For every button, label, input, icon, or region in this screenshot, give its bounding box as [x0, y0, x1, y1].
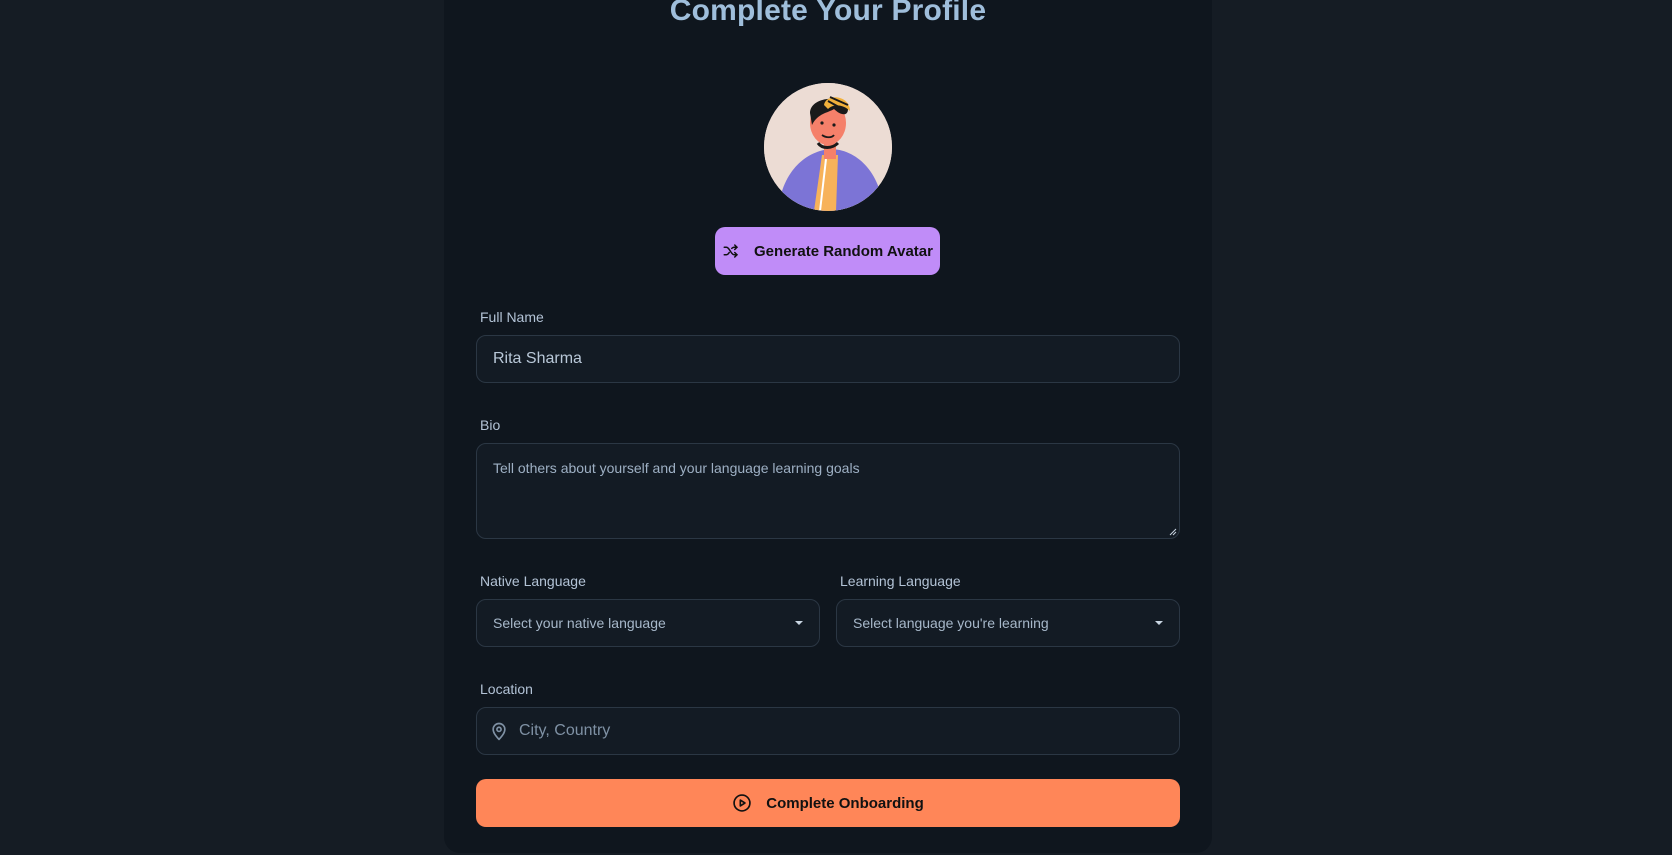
learning-language-label: Learning Language — [840, 573, 961, 589]
full-name-value: Rita Sharma — [493, 350, 582, 367]
bio-textarea[interactable]: Tell others about yourself and your lang… — [476, 443, 1180, 539]
complete-onboarding-label: Complete Onboarding — [766, 794, 924, 812]
chevron-down-icon — [1155, 621, 1163, 625]
map-pin-icon — [492, 722, 506, 741]
page-title: Complete Your Profile — [669, 0, 987, 27]
location-placeholder: City, Country — [519, 722, 611, 739]
full-name-input[interactable]: Rita Sharma — [476, 335, 1180, 383]
complete-onboarding-button[interactable]: Complete Onboarding — [476, 779, 1180, 827]
full-name-label: Full Name — [480, 309, 544, 325]
location-input[interactable]: City, Country — [476, 707, 1180, 755]
location-label: Location — [480, 681, 533, 697]
learning-language-select[interactable]: Select language you're learning — [836, 599, 1180, 647]
chevron-down-icon — [795, 621, 803, 625]
native-language-select[interactable]: Select your native language — [476, 599, 820, 647]
shuffle-icon — [723, 244, 738, 258]
generate-avatar-button[interactable]: Generate Random Avatar — [715, 227, 940, 275]
native-language-value: Select your native language — [493, 615, 666, 631]
avatar — [764, 83, 892, 211]
bio-label: Bio — [480, 417, 501, 433]
avatar-illustration-icon — [764, 83, 892, 211]
generate-avatar-label: Generate Random Avatar — [754, 242, 933, 260]
play-circle-icon — [733, 794, 751, 812]
learning-language-value: Select language you're learning — [853, 615, 1049, 631]
resize-handle-icon[interactable] — [1169, 528, 1177, 536]
native-language-label: Native Language — [480, 573, 586, 589]
bio-placeholder: Tell others about yourself and your lang… — [493, 460, 860, 476]
